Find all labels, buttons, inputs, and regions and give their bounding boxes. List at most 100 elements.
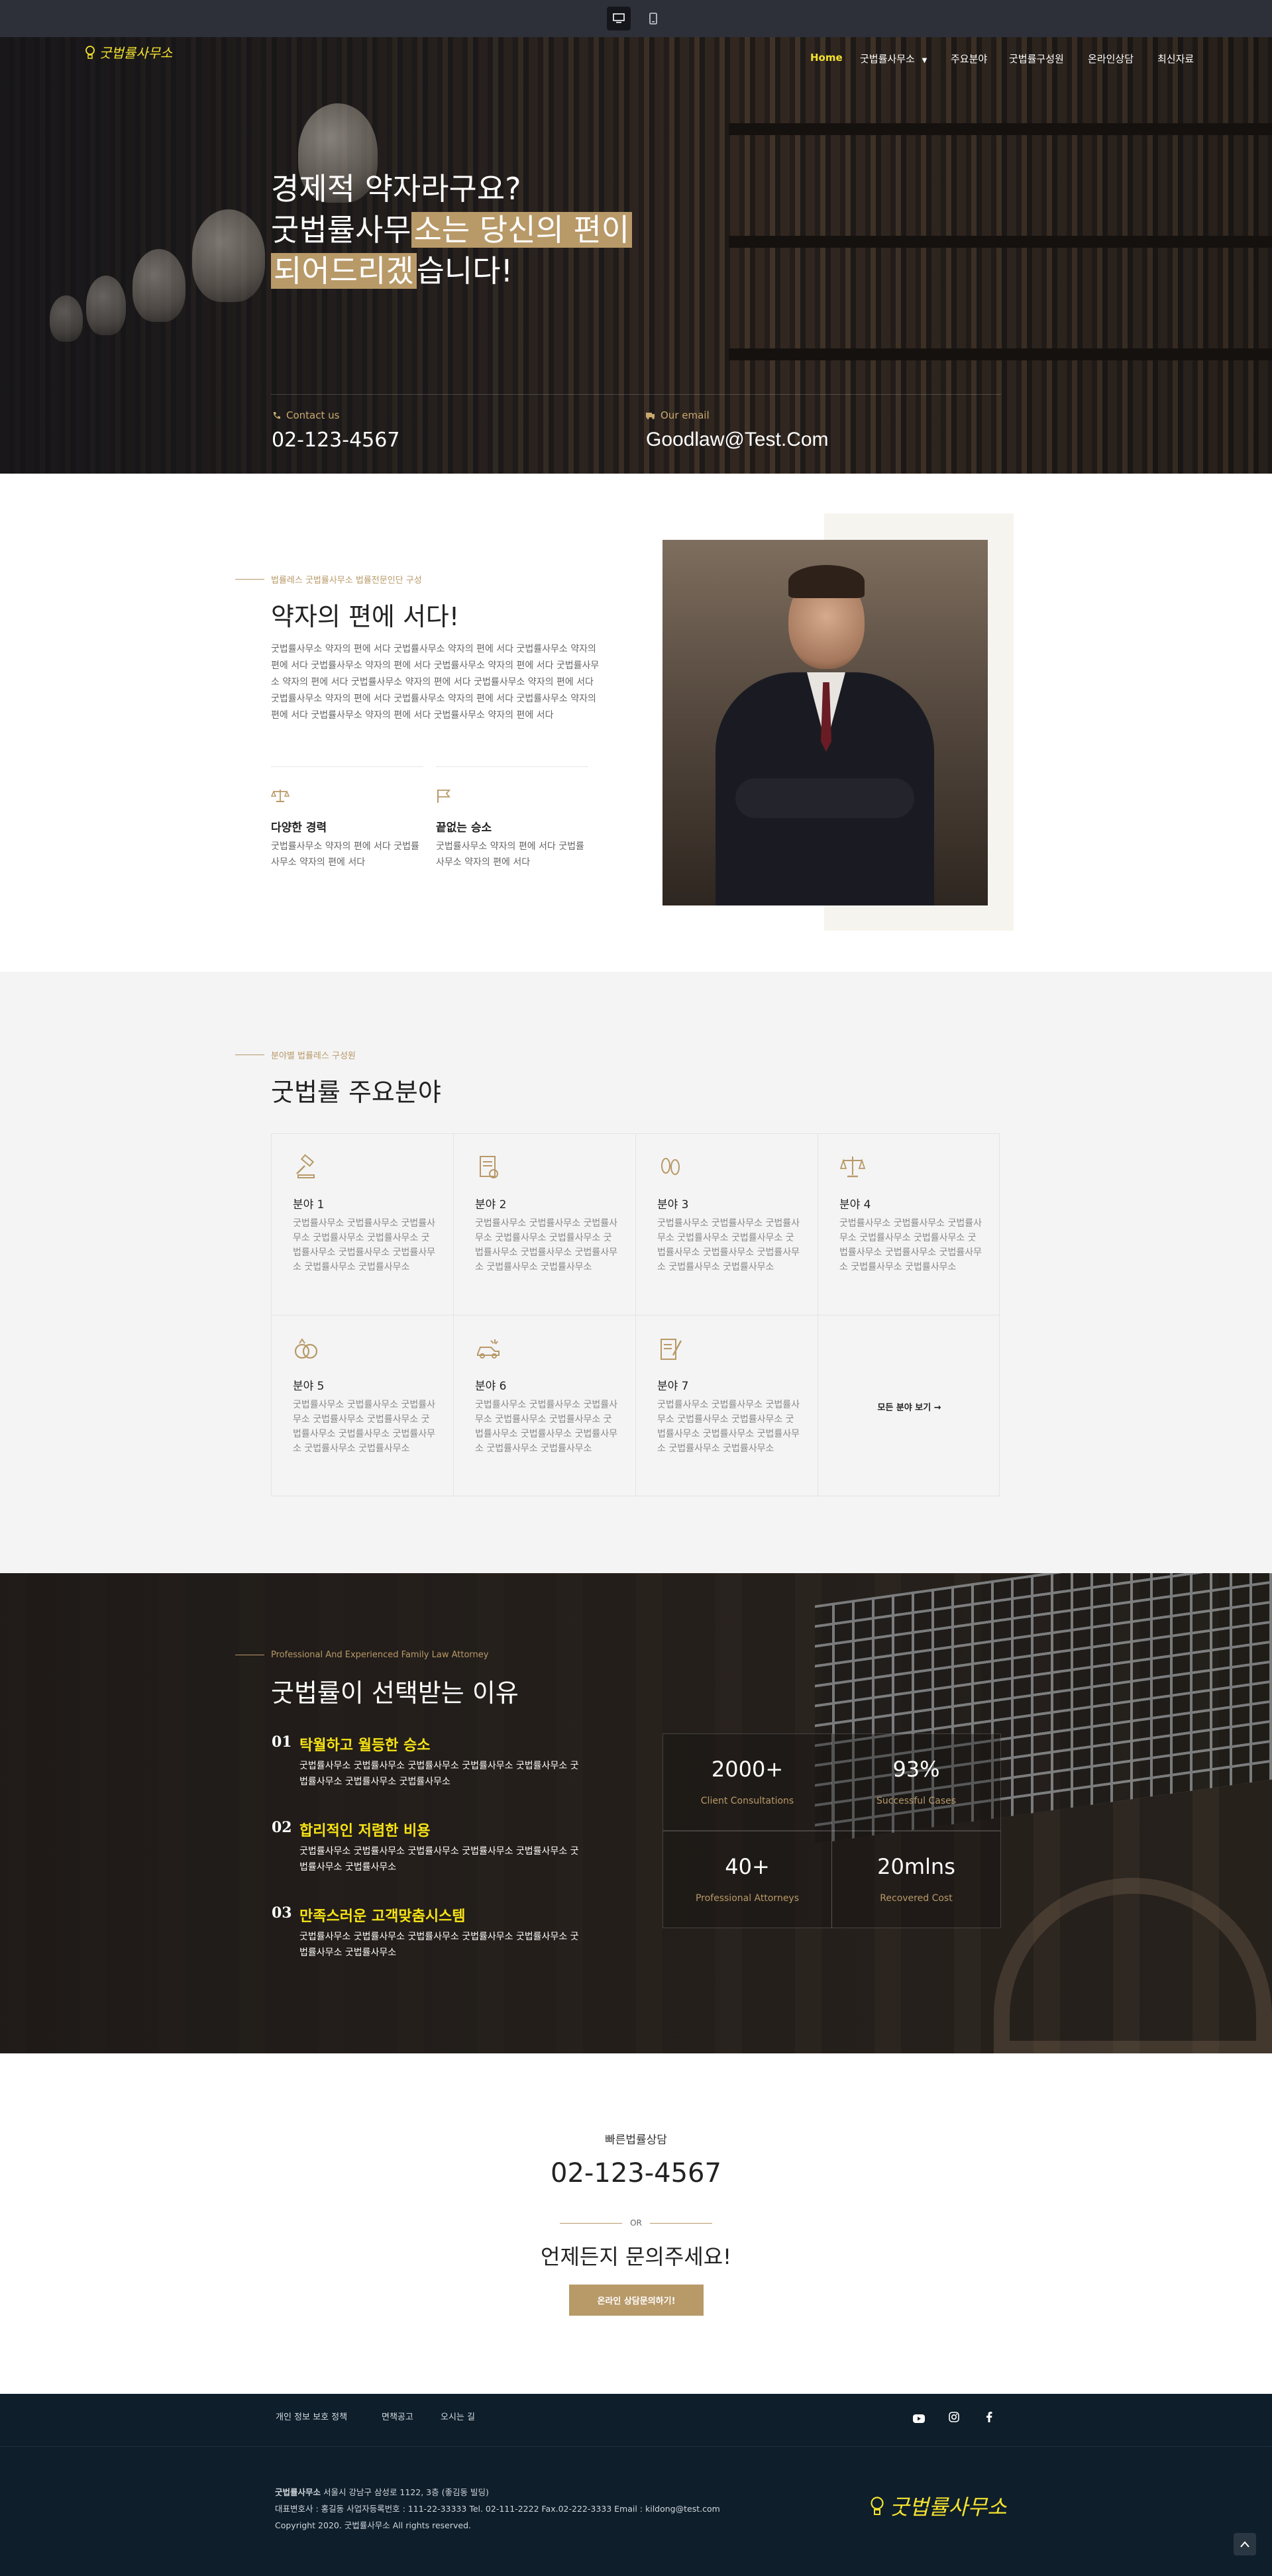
nav-home[interactable]: Home [810,52,843,64]
or-text: OR [630,2218,642,2228]
stat-label: Recovered Cost [880,1893,953,1904]
desktop-icon[interactable] [607,7,631,30]
hero-section [0,37,1272,474]
email-label: Our email [646,409,710,421]
directions-link[interactable]: 오시는 길 [441,2410,475,2422]
about-eyebrow: 법률레스 굿법률사무소 법률전문인단 구성 [235,573,422,586]
gavel-icon [293,1154,319,1180]
practice-grid: 분야 1 굿법률사무소 굿법률사무소 굿법률사무소 굿법률사무소 굿법률사무소 … [271,1133,1000,1497]
divider [436,766,588,767]
mobile-icon[interactable] [641,7,665,30]
button-label: 온라인 상담문의하기! [597,2296,676,2306]
reason-number: 02 [272,1819,292,1836]
practice-card-title: 분야 3 [657,1198,689,1211]
youtube-icon[interactable] [913,2413,925,2426]
hero-divider [271,394,1001,395]
scroll-to-top-button[interactable] [1234,2533,1256,2555]
practice-card-text: 굿법률사무소 굿법률사무소 굿법률사무소 굿법률사무소 굿법률사무소 굿법률사무… [293,1400,435,1454]
car-accident-icon [475,1335,502,1362]
practice-eyebrow: 분야별 법률레스 구성원 [235,1049,356,1061]
why-section [0,1573,1272,2053]
why-eyebrow: Professional And Experienced Family Law … [235,1650,488,1660]
nav-online-consult[interactable]: 온라인상담 [1088,52,1134,66]
view-all-link[interactable]: 모든 분야 보기 → [877,1400,941,1413]
truck-icon [646,413,655,419]
contact-email[interactable]: Goodlaw@Test.Com [646,429,829,451]
privacy-policy-link[interactable]: 개인 정보 보호 정책 [276,2410,347,2422]
feature-title: 다양한 경력 [271,821,327,835]
footer-top [0,2394,1272,2447]
stat-card: 93% Successful Cases [831,1733,1001,1831]
why-title: 굿법률이 선택받는 이유 [271,1678,519,1708]
footer-copyright: Copyright 2020. 굿법률사무소 All rights reserv… [275,2520,472,2530]
stat-label: Successful Cases [876,1796,957,1806]
scales-icon [839,1154,866,1180]
nav-members[interactable]: 굿법률구성원 [1009,52,1064,66]
footer-info: 대표변호사 : 홍길동 사업자등록번호 : 111-22-33333 Tel. … [275,2504,720,2514]
feature-text: 굿법률사무소 약자의 편에 서다 굿법률사무소 약자의 편에 서다 [271,841,419,868]
nav-practice[interactable]: 주요분야 [951,52,987,66]
nav-latest[interactable]: 최신자료 [1157,52,1194,66]
chevron-down-icon: ▼ [922,57,928,64]
consult-label: 빠른법률상담 [605,2134,667,2147]
contact-label-text: Contact us [286,409,340,421]
practice-card-title: 분야 1 [293,1198,325,1211]
practice-card[interactable]: 분야 4 굿법률사무소 굿법률사무소 굿법률사무소 굿법률사무소 굿법률사무소 … [818,1134,1000,1315]
disclaimer-link[interactable]: 면책공고 [382,2410,413,2422]
instagram-icon[interactable] [949,2412,959,2425]
rings-icon [293,1335,319,1362]
online-consult-button[interactable]: 온라인 상담문의하기! [569,2285,704,2316]
reason-title: 탁월하고 월등한 승소 [299,1737,431,1754]
stat-card: 40+ Professional Attorneys [662,1831,832,1928]
flag-icon [436,788,452,807]
stat-value: 40+ [725,1854,770,1879]
logo[interactable]: 굿법률사무소 [85,42,172,62]
reason-text: 굿법률사무소 굿법률사무소 굿법률사무소 굿법률사무소 굿법률사무소 굿법률사무… [299,1932,579,1958]
hero-line-1: 경제적 약자라구요? [271,171,521,207]
footer-logo[interactable]: 굿법률사무소 [870,2491,1007,2521]
practice-card[interactable]: 분야 6 굿법률사무소 굿법률사무소 굿법률사무소 굿법률사무소 굿법률사무소 … [454,1315,636,1497]
reason-text: 굿법률사무소 굿법률사무소 굿법률사무소 굿법률사무소 굿법률사무소 굿법률사무… [299,1846,579,1873]
hero-line-3b: 습니다! [416,253,513,289]
practice-card[interactable]: 분야 3 굿법률사무소 굿법률사무소 굿법률사무소 굿법률사무소 굿법률사무소 … [636,1134,818,1315]
practice-card-title: 분야 5 [293,1380,325,1393]
practice-card-text: 굿법률사무소 굿법률사무소 굿법률사무소 굿법률사무소 굿법률사무소 굿법률사무… [657,1218,800,1272]
practice-card-text: 굿법률사무소 굿법률사무소 굿법률사무소 굿법률사무소 굿법률사무소 굿법률사무… [475,1218,617,1272]
reason-text: 굿법률사무소 굿법률사무소 굿법률사무소 굿법률사무소 굿법률사무소 굿법률사무… [299,1761,579,1787]
stat-label: Client Consultations [700,1796,794,1806]
phone-icon [273,411,280,419]
feature-title: 끝없는 승소 [436,821,492,835]
footer-logo-text: 굿법률사무소 [890,2495,1007,2520]
or-divider: OR [560,2216,713,2230]
attorney-photo [662,540,988,905]
reason-number: 03 [272,1904,292,1922]
contact-phone[interactable]: 02-123-4567 [272,429,399,452]
practice-card[interactable]: 분야 1 굿법률사무소 굿법률사무소 굿법률사무소 굿법률사무소 굿법률사무소 … [272,1134,454,1315]
email-label-text: Our email [661,409,710,421]
consult-phone[interactable]: 02-123-4567 [0,2158,1272,2189]
practice-eyebrow-text: 분야별 법률레스 구성원 [271,1051,356,1061]
contact-label: Contact us [272,409,339,421]
stat-label: Professional Attorneys [695,1893,800,1904]
practice-card[interactable]: 분야 5 굿법률사무소 굿법률사무소 굿법률사무소 굿법률사무소 굿법률사무소 … [272,1315,454,1497]
nav-law-office[interactable]: 굿법률사무소 ▼ [860,52,927,66]
divider [271,766,423,767]
practice-card-title: 분야 6 [475,1380,507,1393]
footprints-icon [657,1154,684,1180]
about-title: 약자의 편에 서다! [271,602,460,631]
why-eyebrow-text: Professional And Experienced Family Law … [271,1650,489,1660]
practice-card[interactable]: 분야 2 굿법률사무소 굿법률사무소 굿법률사무소 굿법률사무소 굿법률사무소 … [454,1134,636,1315]
consult-cta-text: 언제든지 문의주세요! [541,2244,731,2269]
about-body: 굿법률사무소 약자의 편에 서다 굿법률사무소 약자의 편에 서다 굿법률사무소… [271,644,600,721]
practice-card-title: 분야 7 [657,1380,689,1393]
facebook-icon[interactable] [986,2412,992,2425]
practice-title: 굿법률 주요분야 [271,1078,441,1107]
document-icon [475,1154,502,1180]
contract-icon [657,1335,684,1362]
nav-label: 굿법률사무소 [860,53,915,65]
feature-text: 굿법률사무소 약자의 편에 서다 굿법률사무소 약자의 편에 서다 [436,841,584,868]
practice-card-text: 굿법률사무소 굿법률사무소 굿법률사무소 굿법률사무소 굿법률사무소 굿법률사무… [839,1218,982,1272]
reason-title: 합리적인 저렴한 비용 [299,1823,431,1839]
stat-value: 93% [892,1757,940,1782]
practice-card[interactable]: 분야 7 굿법률사무소 굿법률사무소 굿법률사무소 굿법률사무소 굿법률사무소 … [636,1315,818,1497]
